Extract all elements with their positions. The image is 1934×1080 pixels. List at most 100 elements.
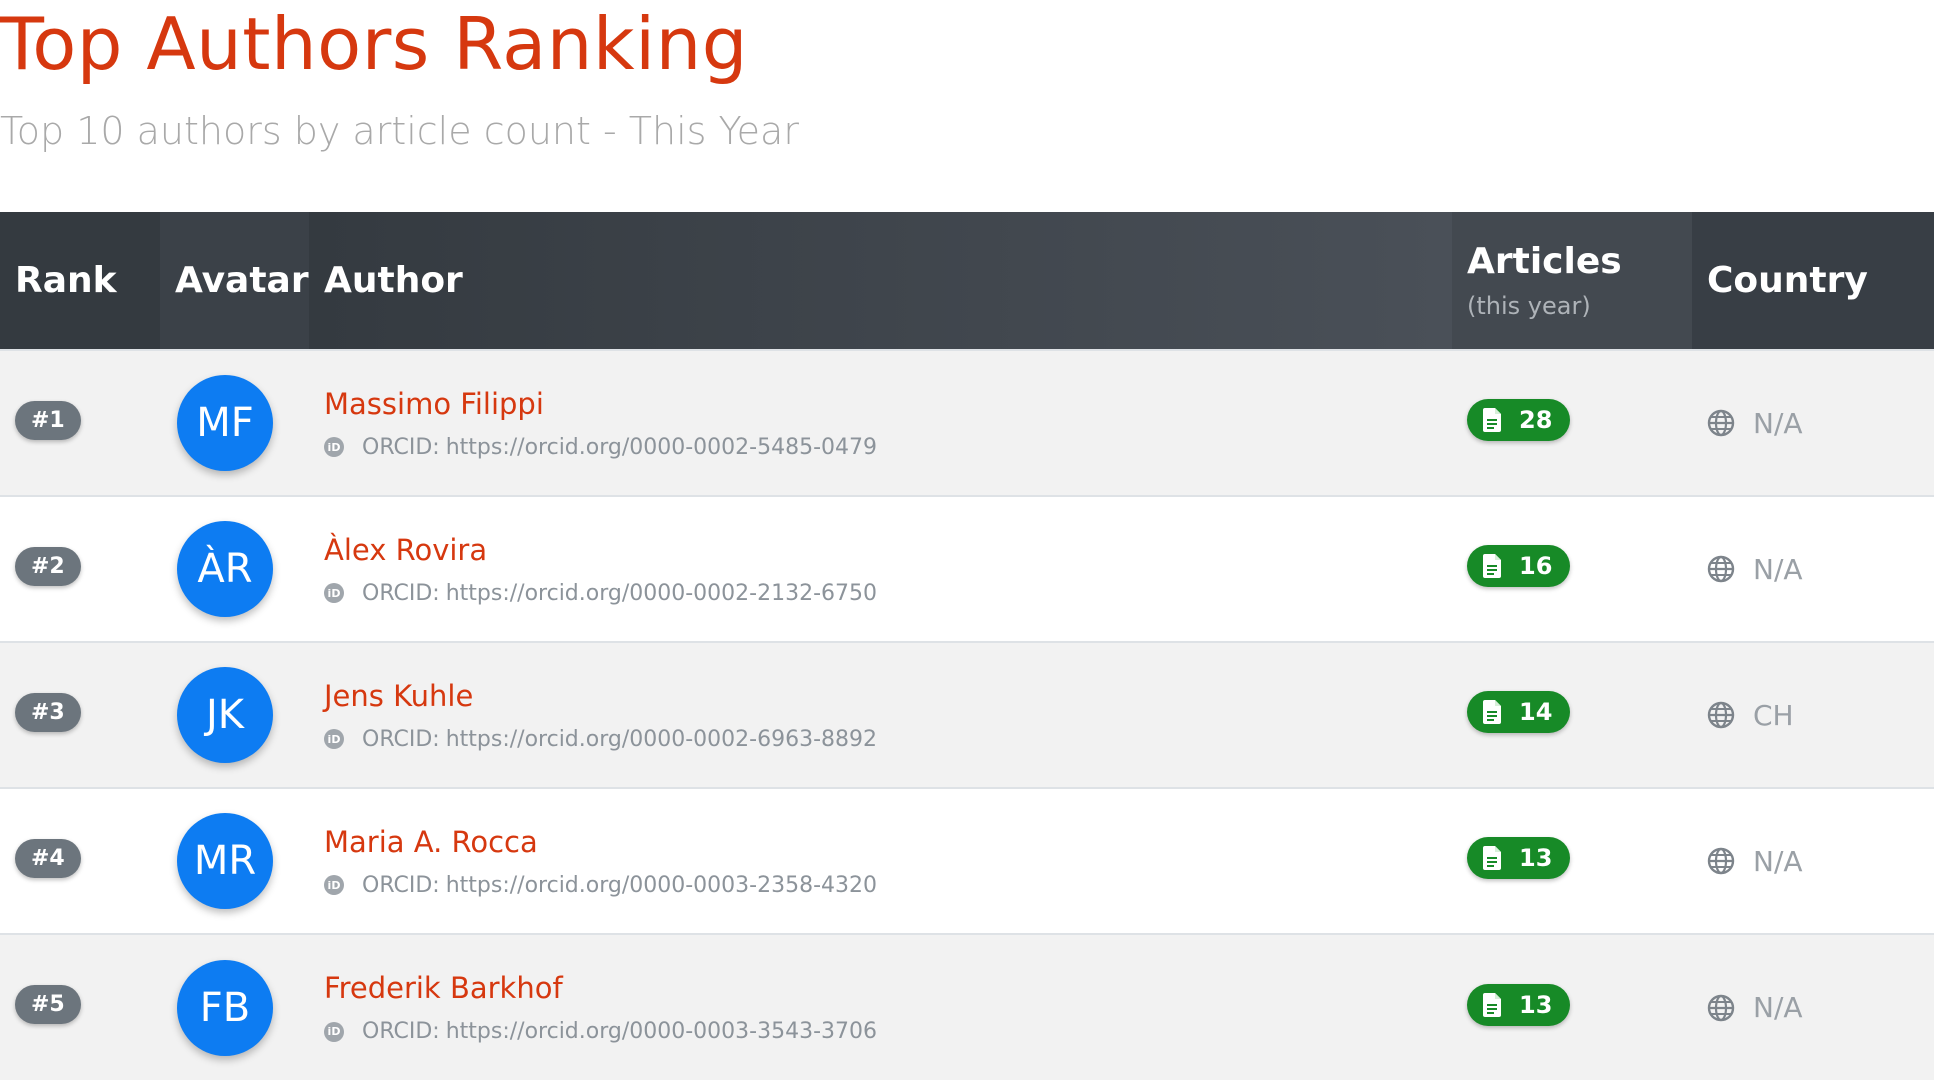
- avatar: FB: [177, 959, 273, 1056]
- orcid-link[interactable]: https://orcid.org/0000-0003-3543-3706: [446, 1019, 877, 1044]
- document-icon: [1483, 554, 1501, 578]
- orcid-label: ORCID:: [362, 1019, 440, 1044]
- orcid-label: ORCID:: [362, 434, 440, 460]
- author-cell: Frederik Barkhof iD ORCID: https://orcid…: [309, 934, 1452, 1080]
- country-cell: N/A: [1692, 934, 1934, 1080]
- author-name-link[interactable]: Maria A. Rocca: [324, 825, 1452, 859]
- globe-icon: [1707, 555, 1735, 583]
- author-cell: Àlex Rovira iD ORCID: https://orcid.org/…: [309, 496, 1452, 642]
- rank-badge: #1: [15, 400, 81, 440]
- orcid-line: iD ORCID: https://orcid.org/0000-0002-69…: [324, 727, 1452, 752]
- orcid-line: iD ORCID: https://orcid.org/0000-0002-21…: [324, 581, 1452, 606]
- country-code: N/A: [1753, 991, 1803, 1024]
- column-header-articles-label: Articles: [1467, 241, 1622, 282]
- rank-cell: #3: [0, 642, 160, 788]
- avatar-cell: ÀR: [160, 496, 309, 642]
- column-header-articles-sublabel: (this year): [1467, 292, 1591, 320]
- avatar-cell: MR: [160, 788, 309, 934]
- articles-badge: 16: [1467, 545, 1571, 587]
- author-name-link[interactable]: Jens Kuhle: [324, 679, 1452, 713]
- orcid-label: ORCID:: [362, 726, 440, 752]
- articles-count: 13: [1519, 844, 1553, 872]
- table-row: #2 ÀR Àlex Rovira iD ORCID: https://orci…: [0, 496, 1934, 642]
- rank-cell: #1: [0, 350, 160, 496]
- orcid-line: iD ORCID: https://orcid.org/0000-0003-35…: [324, 1019, 1452, 1044]
- rank-cell: #2: [0, 496, 160, 642]
- document-icon: [1483, 408, 1501, 432]
- author-name-link[interactable]: Frederik Barkhof: [324, 971, 1452, 1005]
- column-header-country[interactable]: Country: [1692, 212, 1934, 350]
- avatar-cell: MF: [160, 350, 309, 496]
- rank-badge: #3: [15, 692, 81, 732]
- country-value-container: N/A: [1707, 407, 1934, 440]
- document-icon: [1483, 992, 1501, 1017]
- avatar: ÀR: [177, 521, 273, 617]
- orcid-link[interactable]: https://orcid.org/0000-0002-2132-6750: [446, 581, 877, 606]
- orcid-label: ORCID:: [362, 580, 440, 606]
- document-icon: [1483, 700, 1501, 724]
- table-row: #5 FB Frederik Barkhof iD ORCID: https:/…: [0, 934, 1934, 1080]
- articles-badge: 14: [1467, 691, 1571, 733]
- country-value-container: CH: [1707, 699, 1934, 732]
- orcid-line: iD ORCID: https://orcid.org/0000-0002-54…: [324, 435, 1452, 460]
- articles-badge: 28: [1467, 399, 1571, 441]
- articles-badge: 13: [1467, 837, 1571, 879]
- country-value-container: N/A: [1707, 553, 1934, 586]
- articles-cell: 13: [1452, 788, 1692, 934]
- rank-badge: #2: [15, 546, 81, 586]
- author-cell: Massimo Filippi iD ORCID: https://orcid.…: [309, 350, 1452, 496]
- author-name-link[interactable]: Massimo Filippi: [324, 387, 1452, 421]
- table-row: #1 MF Massimo Filippi iD ORCID: https://…: [0, 350, 1934, 496]
- articles-cell: 14: [1452, 642, 1692, 788]
- articles-cell: 16: [1452, 496, 1692, 642]
- orcid-icon: iD: [324, 1021, 344, 1042]
- orcid-icon: iD: [324, 875, 344, 895]
- rank-cell: #5: [0, 934, 160, 1080]
- table-header: Rank Avatar Author Articles (this year) …: [0, 212, 1934, 350]
- orcid-link[interactable]: https://orcid.org/0000-0002-5485-0479: [446, 435, 877, 460]
- country-value-container: N/A: [1707, 845, 1934, 878]
- orcid-icon: iD: [324, 729, 344, 749]
- authors-table: Rank Avatar Author Articles (this year) …: [0, 212, 1934, 1080]
- avatar-cell: FB: [160, 934, 309, 1080]
- column-header-rank[interactable]: Rank: [0, 212, 160, 350]
- orcid-icon: iD: [324, 583, 344, 603]
- orcid-link[interactable]: https://orcid.org/0000-0003-2358-4320: [446, 873, 877, 898]
- orcid-icon: iD: [324, 437, 344, 457]
- header-row: Rank Avatar Author Articles (this year) …: [0, 212, 1934, 350]
- rank-cell: #4: [0, 788, 160, 934]
- column-header-articles[interactable]: Articles (this year): [1452, 212, 1692, 350]
- avatar: MR: [177, 813, 273, 909]
- author-name-link[interactable]: Àlex Rovira: [324, 533, 1452, 567]
- table-row: #3 JK Jens Kuhle iD ORCID: https://orcid…: [0, 642, 1934, 788]
- articles-cell: 28: [1452, 350, 1692, 496]
- rank-badge: #5: [15, 985, 81, 1024]
- page-title: Top Authors Ranking: [0, 2, 748, 86]
- country-code: N/A: [1753, 552, 1803, 586]
- country-code: CH: [1753, 698, 1794, 732]
- avatar: JK: [177, 667, 273, 763]
- articles-count: 16: [1519, 552, 1553, 580]
- country-cell: N/A: [1692, 350, 1934, 496]
- country-cell: CH: [1692, 642, 1934, 788]
- authors-table-container: Rank Avatar Author Articles (this year) …: [0, 212, 1934, 1080]
- country-cell: N/A: [1692, 788, 1934, 934]
- table-body: #1 MF Massimo Filippi iD ORCID: https://…: [0, 350, 1934, 1080]
- articles-count: 13: [1519, 990, 1553, 1019]
- orcid-link[interactable]: https://orcid.org/0000-0002-6963-8892: [446, 727, 877, 752]
- orcid-label: ORCID:: [362, 872, 440, 898]
- column-header-avatar[interactable]: Avatar: [160, 212, 309, 350]
- avatar-cell: JK: [160, 642, 309, 788]
- country-cell: N/A: [1692, 496, 1934, 642]
- globe-icon: [1707, 847, 1735, 875]
- author-cell: Maria A. Rocca iD ORCID: https://orcid.o…: [309, 788, 1452, 934]
- articles-badge: 13: [1467, 983, 1571, 1026]
- document-icon: [1483, 846, 1501, 870]
- column-header-author[interactable]: Author: [309, 212, 1452, 350]
- table-row: #4 MR Maria A. Rocca iD ORCID: https://o…: [0, 788, 1934, 934]
- country-code: N/A: [1753, 844, 1803, 878]
- orcid-line: iD ORCID: https://orcid.org/0000-0003-23…: [324, 873, 1452, 898]
- articles-count: 28: [1519, 406, 1553, 434]
- globe-icon: [1707, 409, 1735, 437]
- articles-cell: 13: [1452, 934, 1692, 1080]
